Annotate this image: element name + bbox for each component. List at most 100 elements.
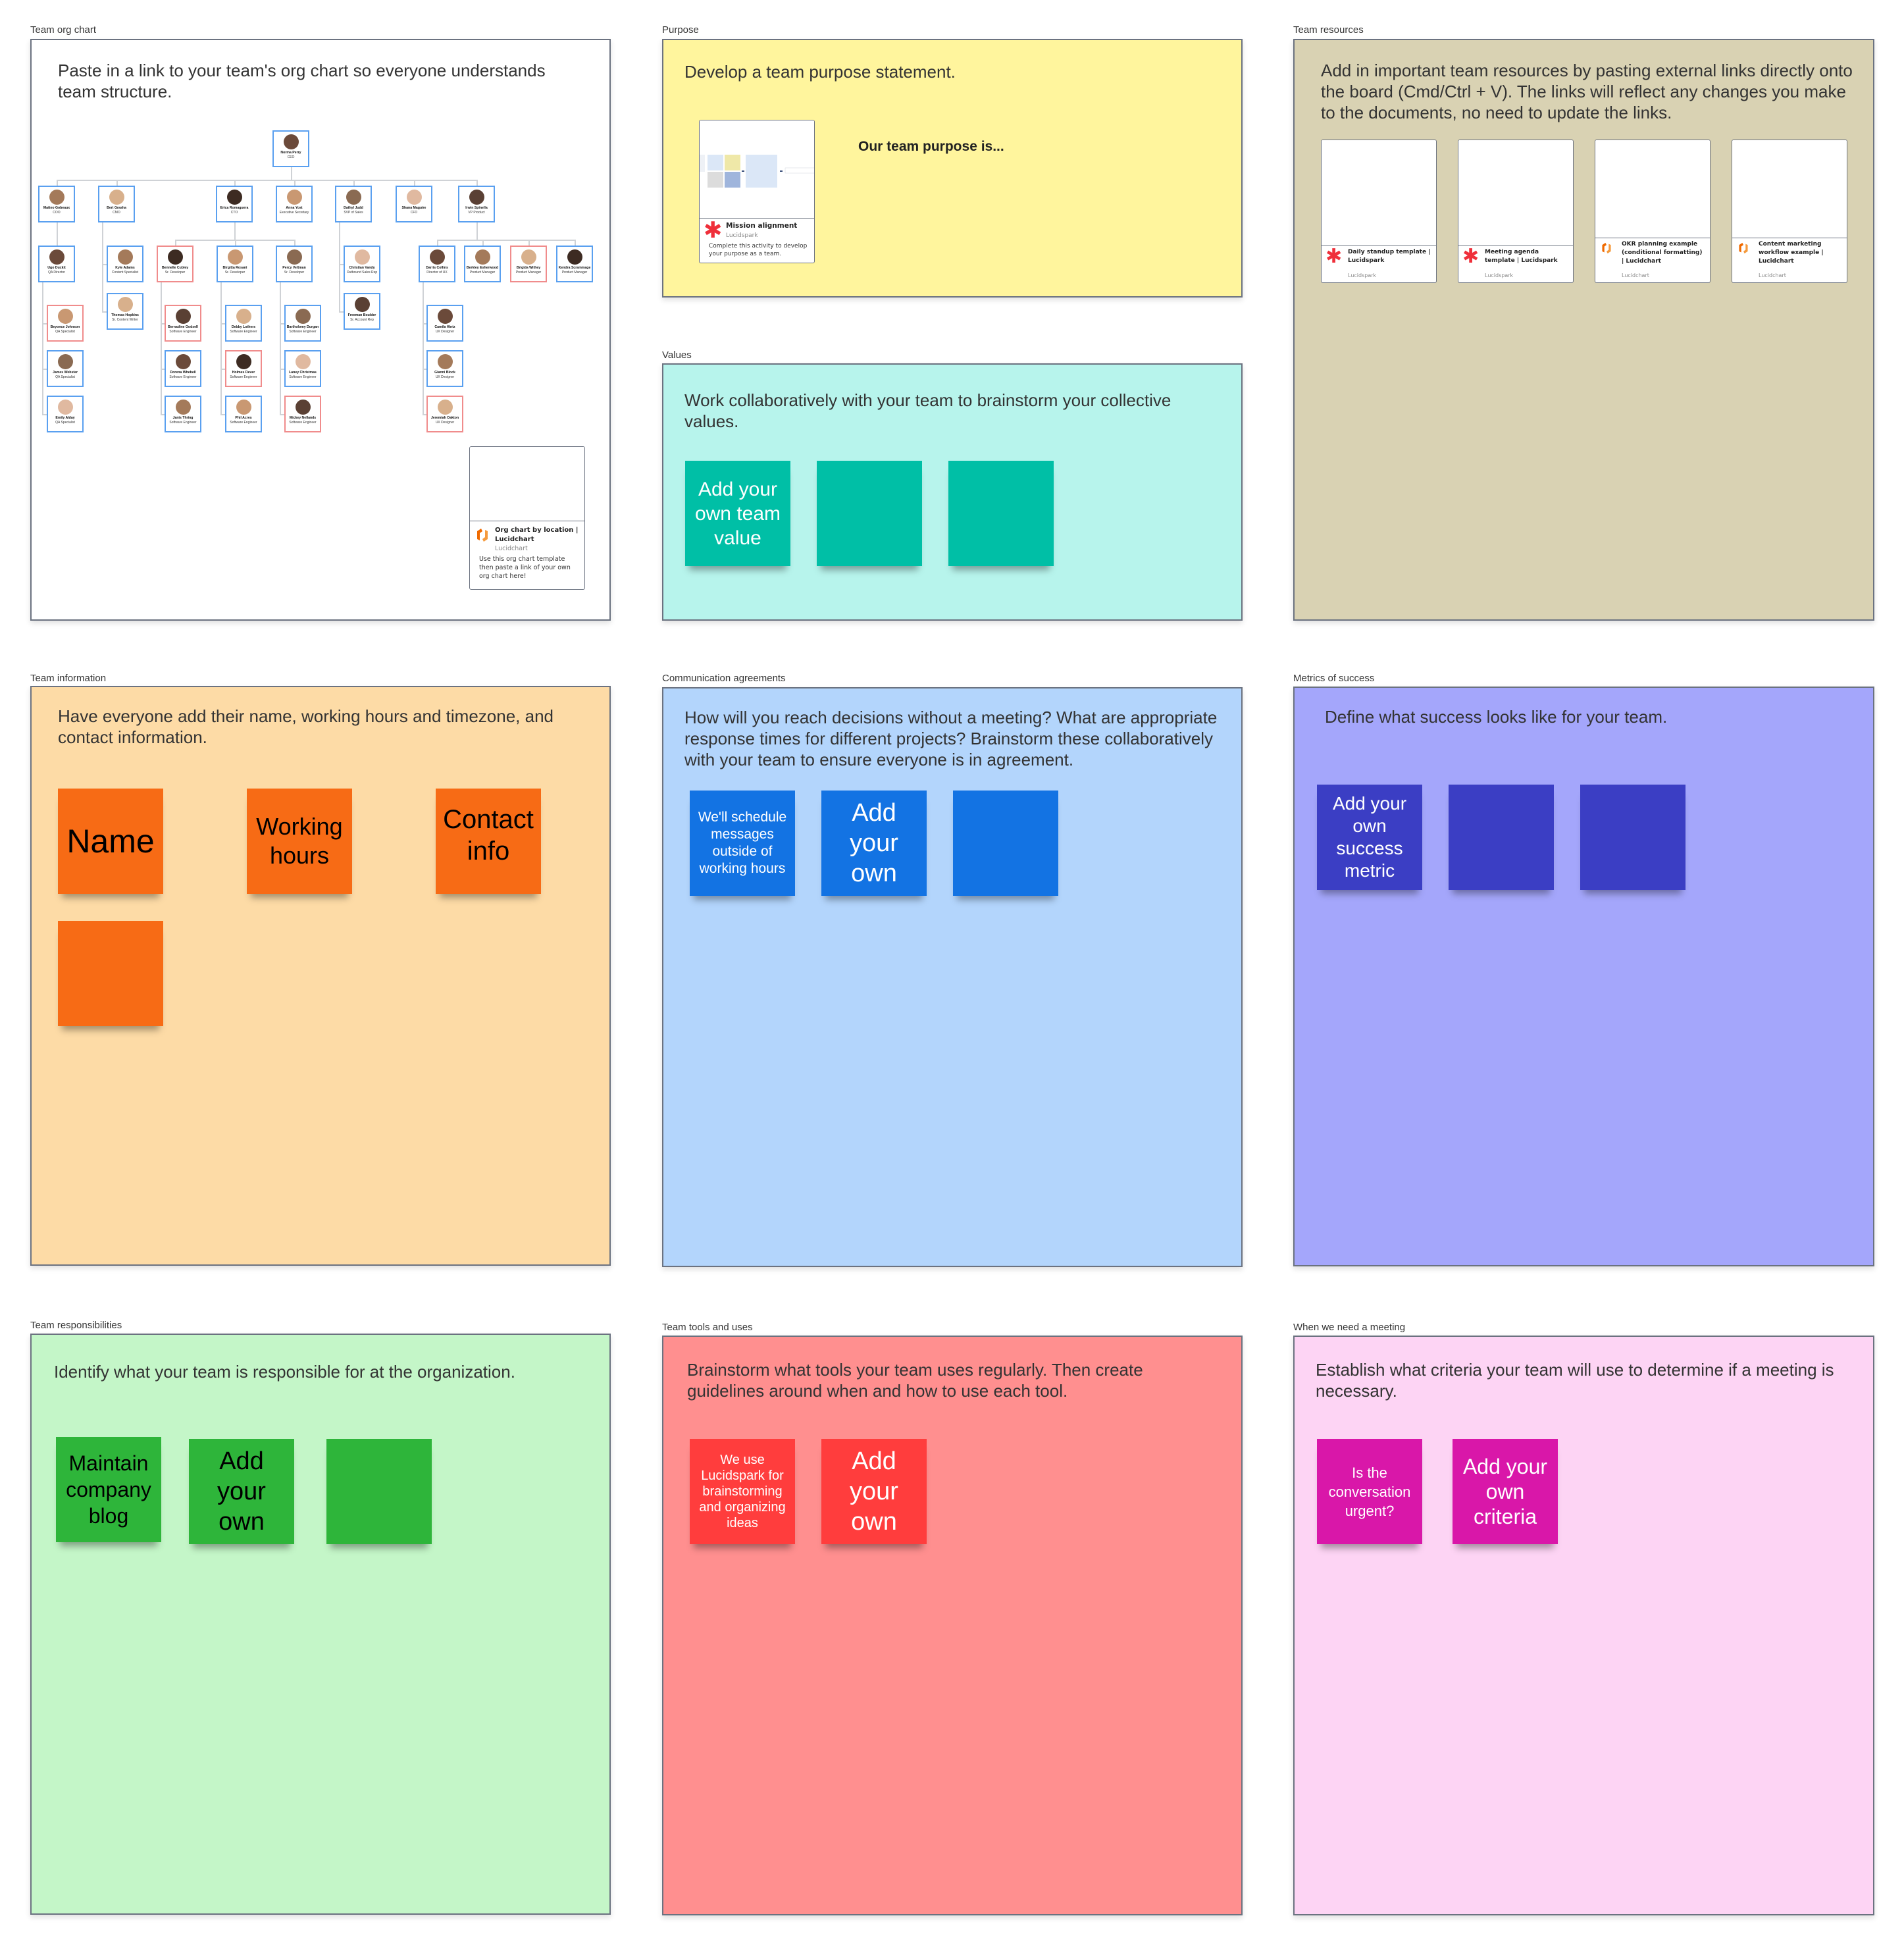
org-connector-line — [476, 222, 478, 240]
org-chart-node[interactable]: Berkley Esherwood Product Manager — [464, 246, 501, 282]
org-node-name: Janis Thring — [172, 416, 193, 420]
frame-when-we-need-a-meeting[interactable]: Establish what criteria your team will u… — [1293, 1336, 1874, 1915]
org-chart-node[interactable]: Freeman Boulder Sr. Account Rep — [344, 293, 380, 330]
org-node-name: Erica Romaguera — [220, 206, 249, 210]
avatar — [406, 190, 422, 205]
avatar — [226, 190, 242, 205]
sticky-note[interactable]: Add your own success metric — [1317, 785, 1422, 890]
link-card-thumbnail — [1458, 140, 1573, 246]
sticky-note[interactable] — [953, 791, 1058, 896]
sticky-note-text: Contact info — [443, 805, 534, 866]
frame-values[interactable]: Work collaboratively with your team to b… — [662, 363, 1243, 621]
purpose-statement-heading[interactable]: Our team purpose is... — [858, 139, 1004, 155]
sticky-note[interactable]: Name — [58, 789, 163, 894]
link-card-title: Meeting agenda template | Lucidspark — [1485, 249, 1558, 264]
org-chart-node[interactable]: Holmes Dever Software Engineer — [225, 350, 262, 387]
org-chart-node[interactable]: Bennelle Cubley Sr. Developer — [157, 246, 193, 282]
org-chart-node[interactable]: Ugo Duckit QA Director — [38, 246, 75, 282]
org-node-name: Laney Christmas — [289, 371, 317, 375]
sticky-note[interactable] — [1580, 785, 1685, 890]
frame-team-org-chart[interactable]: Paste in a link to your team's org chart… — [30, 39, 611, 621]
org-chart-node[interactable]: Matteo Gobeaux COO — [38, 186, 75, 222]
org-chart-node[interactable]: Norma Perry CEO — [272, 130, 309, 167]
sticky-note[interactable]: Is the conversation urgent? — [1317, 1439, 1422, 1544]
org-chart-node[interactable]: Emily Alday QA Specialist — [47, 396, 84, 432]
link-card-mission-alignment[interactable]: ✱ Mission alignment Lucidspark Complete … — [699, 120, 815, 263]
org-node-role: Software Engineer — [289, 375, 317, 379]
org-node-role: QA Specialist — [55, 375, 75, 379]
sticky-note[interactable] — [326, 1439, 432, 1544]
org-node-role: Executive Secretary — [279, 210, 309, 215]
frame-team-responsibilities[interactable]: Identify what your team is responsible f… — [30, 1334, 611, 1915]
org-chart-node[interactable]: Christian Vandy Outbound Sales Rep — [344, 246, 380, 282]
frame-metrics-of-success[interactable]: Define what success looks like for your … — [1293, 687, 1874, 1266]
org-chart-node[interactable]: Shana Maguire CFO — [396, 186, 432, 222]
org-chart-node[interactable]: Kyle Adams Content Specialist — [107, 246, 143, 282]
sticky-note[interactable]: Working hours — [247, 789, 352, 894]
avatar — [57, 400, 73, 415]
frame-label-org-chart: Team org chart — [30, 24, 97, 36]
org-chart-node[interactable]: Darris Collins Director of UX — [419, 246, 455, 282]
org-chart-node[interactable]: Kendra Scrammage Product Manager — [556, 246, 593, 282]
sticky-note[interactable]: Add your own — [189, 1439, 294, 1544]
org-chart-node[interactable]: James Webster QA Specialist — [47, 350, 84, 387]
org-chart-node[interactable]: Dorena Whebell Software Engineer — [165, 350, 201, 387]
frame-purpose[interactable]: Develop a team purpose statement. ✱ Miss… — [662, 39, 1243, 298]
sticky-note[interactable] — [948, 461, 1054, 566]
org-chart-node[interactable]: Bernadine Godsell Software Engineer — [165, 305, 201, 342]
sticky-note[interactable]: Add your own team value — [685, 461, 790, 566]
link-card-resource[interactable]: ✱ Daily standup template | Lucidspark Lu… — [1321, 140, 1437, 283]
org-chart-node[interactable]: Jeremiah Oakton UX Designer — [426, 396, 463, 432]
org-chart-node[interactable]: Mickey Nellands Software Engineer — [284, 396, 321, 432]
org-chart-node[interactable]: Phil Acres Software Engineer — [225, 396, 262, 432]
org-chart-node[interactable]: Dathyl Judd SVP of Sales — [335, 186, 372, 222]
link-card-org-chart-by-location[interactable]: Org chart by location | Lucidchart Lucid… — [469, 446, 585, 590]
link-card-source: Lucidspark — [1348, 273, 1377, 278]
org-chart-node[interactable]: Irwin Spinella VP Product — [458, 186, 495, 222]
sticky-note[interactable] — [58, 921, 163, 1026]
link-card-resource[interactable]: Content marketing workflow example | Luc… — [1732, 140, 1847, 283]
sticky-note[interactable] — [817, 461, 922, 566]
org-chart-node[interactable]: Gianni Block UX Designer — [426, 350, 463, 387]
org-node-name: Brigida Withey — [516, 266, 541, 270]
sticky-note[interactable]: Contact info — [436, 789, 541, 894]
link-card-resource[interactable]: OKR planning example (conditional format… — [1595, 140, 1711, 283]
org-node-name: Ugo Duckit — [47, 266, 66, 270]
org-chart-node[interactable]: Janis Thring Software Engineer — [165, 396, 201, 432]
sticky-note[interactable]: Add your own — [821, 1439, 927, 1544]
org-node-name: Bennelle Cubley — [161, 266, 189, 270]
link-card-resource[interactable]: ✱ Meeting agenda template | Lucidspark L… — [1458, 140, 1574, 283]
sticky-note[interactable] — [1449, 785, 1554, 890]
sticky-note[interactable]: Maintain company blog — [56, 1437, 161, 1542]
org-chart-node[interactable]: Bartholomy Durgan Software Engineer — [284, 305, 321, 342]
org-chart-node[interactable]: Laney Christmas Software Engineer — [284, 350, 321, 387]
sticky-note[interactable]: Add your own criteria — [1453, 1439, 1558, 1544]
org-chart-node[interactable]: Birgitta Rosani Sr. Developer — [217, 246, 253, 282]
link-card-title: Content marketing workflow example | Luc… — [1759, 241, 1824, 265]
frame-communication-agreements[interactable]: How will you reach decisions without a m… — [662, 687, 1243, 1267]
frame-team-information[interactable]: Have everyone add their name, working ho… — [30, 686, 611, 1266]
org-chart-node[interactable]: Bert Grasha CMO — [98, 186, 135, 222]
org-chart-node[interactable]: Percy Veltman Sr. Developer — [276, 246, 313, 282]
link-card-thumbnail — [1322, 140, 1436, 246]
sticky-note[interactable]: Add your own — [821, 791, 927, 896]
org-node-name: Gianni Block — [434, 371, 455, 375]
org-chart-node[interactable]: Anna Yost Executive Secretary — [276, 186, 313, 222]
avatar — [286, 249, 302, 265]
org-chart-node[interactable]: Brigida Withey Product Manager — [510, 246, 547, 282]
org-chart-node[interactable]: Thomas Hopkins Sr. Content Writer — [107, 293, 143, 330]
sticky-note-text: Add your own team value — [694, 478, 781, 549]
org-chart-node[interactable]: Erica Romaguera CTO — [216, 186, 253, 222]
sticky-note[interactable]: We use Lucidspark for brainstorming and … — [690, 1439, 795, 1544]
frame-team-tools[interactable]: Brainstorm what tools your team uses reg… — [662, 1336, 1243, 1915]
frame-label-resources: Team resources — [1293, 24, 1364, 36]
org-node-role: Sr. Content Writer — [112, 317, 138, 322]
org-chart-node[interactable]: Camila Hintz UX Designer — [426, 305, 463, 342]
org-connector-line — [57, 222, 58, 246]
sticky-note[interactable]: We'll schedule messages outside of worki… — [690, 791, 795, 896]
org-chart-node[interactable]: Debby Lothers Software Engineer — [225, 305, 262, 342]
org-chart-node[interactable]: Beyonce Johnson QA Specialist — [47, 305, 84, 342]
frame-team-resources[interactable]: Add in important team resources by pasti… — [1293, 39, 1874, 621]
frame-label-team-information: Team information — [30, 673, 107, 684]
org-node-role: UX Designer — [435, 329, 455, 334]
